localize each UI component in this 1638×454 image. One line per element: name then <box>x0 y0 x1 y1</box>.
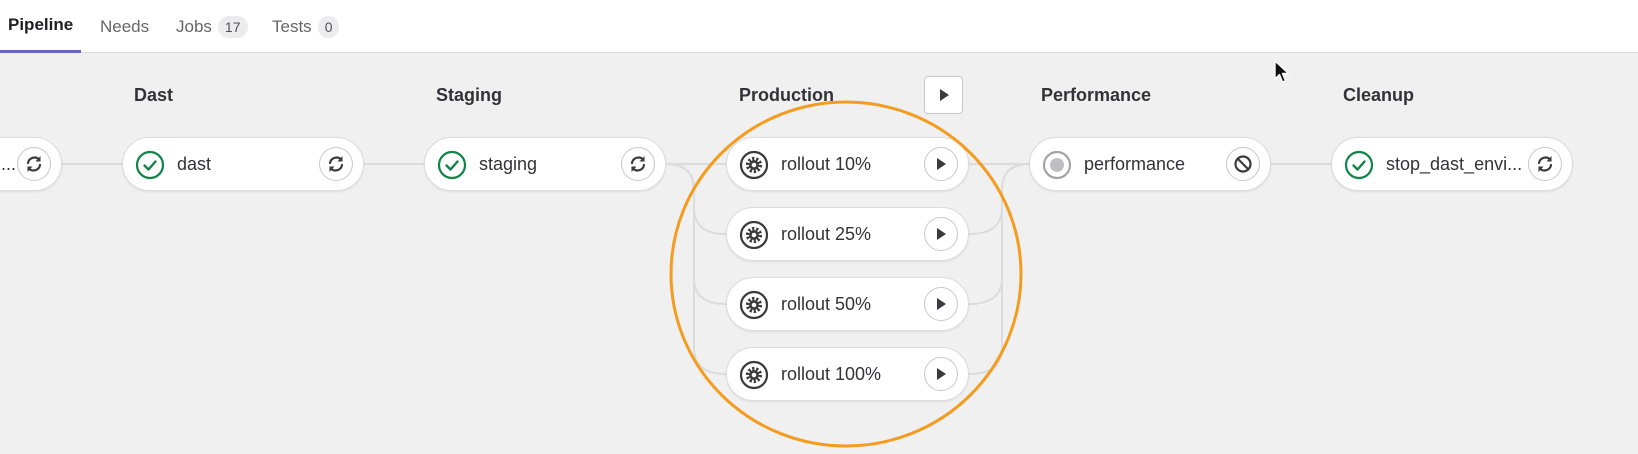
job-pill-rollout-100[interactable]: rollout 100% <box>726 347 969 401</box>
stage-title-performance: Performance <box>1041 85 1152 105</box>
play-icon <box>939 89 949 101</box>
job-name: ... <box>1 154 17 174</box>
job-pill-rollout-25[interactable]: rollout 25% <box>726 207 969 261</box>
stage-title-dast: Dast <box>134 85 174 105</box>
retry-button[interactable] <box>621 147 655 181</box>
job-pill-stop-dast-environment[interactable]: stop_dast_envi... <box>1331 137 1573 191</box>
retry-button[interactable] <box>319 147 353 181</box>
job-pill-previous[interactable]: ... <box>0 137 62 191</box>
job-pill-performance[interactable]: performance <box>1029 137 1271 191</box>
job-status <box>1344 150 1374 180</box>
job-name: rollout 50% <box>781 294 872 314</box>
play-button[interactable] <box>924 147 958 181</box>
mouse-cursor-icon <box>1274 60 1290 83</box>
success-icon <box>135 150 165 180</box>
cancel-icon <box>1234 155 1252 173</box>
job-status <box>1042 150 1072 180</box>
retry-button[interactable] <box>17 147 51 181</box>
job-status <box>437 150 467 180</box>
job-name: performance <box>1084 154 1186 174</box>
play-icon <box>937 298 946 310</box>
retry-icon <box>328 156 344 172</box>
stage-title-production: Production <box>739 85 834 105</box>
retry-icon <box>630 156 646 172</box>
manual-gear-icon <box>739 150 769 180</box>
job-pill-staging[interactable]: staging <box>424 137 666 191</box>
manual-gear-icon <box>739 220 769 250</box>
job-pill-rollout-10[interactable]: rollout 10% <box>726 137 969 191</box>
play-button[interactable] <box>924 357 958 391</box>
job-status <box>135 150 165 180</box>
manual-gear-icon <box>739 290 769 320</box>
play-icon <box>937 158 946 170</box>
play-icon <box>937 228 946 240</box>
stage-title-cleanup: Cleanup <box>1343 85 1415 105</box>
job-name: rollout 25% <box>781 224 872 244</box>
retry-icon <box>26 156 42 172</box>
play-button[interactable] <box>924 217 958 251</box>
play-icon <box>937 368 946 380</box>
job-status <box>739 360 769 390</box>
job-pill-dast[interactable]: dast <box>122 137 364 191</box>
job-name: rollout 100% <box>781 364 882 384</box>
success-icon <box>437 150 467 180</box>
cancel-button[interactable] <box>1226 147 1260 181</box>
stage-title-staging: Staging <box>436 85 502 105</box>
job-name: rollout 10% <box>781 154 872 174</box>
play-all-production-button[interactable] <box>924 76 963 114</box>
job-pill-rollout-50[interactable]: rollout 50% <box>726 277 969 331</box>
retry-icon <box>1537 156 1553 172</box>
retry-button[interactable] <box>1528 147 1562 181</box>
job-name: dast <box>177 154 212 174</box>
created-icon <box>1042 150 1072 180</box>
job-status <box>739 220 769 250</box>
job-status <box>739 290 769 320</box>
job-name: staging <box>479 154 538 174</box>
job-status <box>739 150 769 180</box>
manual-gear-icon <box>739 360 769 390</box>
job-name: stop_dast_envi... <box>1386 154 1523 174</box>
success-icon <box>1344 150 1374 180</box>
play-button[interactable] <box>924 287 958 321</box>
